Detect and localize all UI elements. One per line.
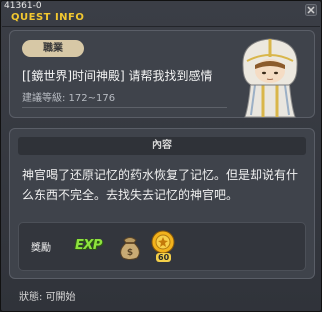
quest-name: [[鏡世界]时间神殿] 请帮我找到感情: [22, 69, 213, 83]
quest-id: 41361-0: [4, 1, 42, 11]
job-badge: 職業: [22, 40, 84, 57]
reward-label: 獎勵: [31, 243, 51, 254]
coin-icon[interactable]: [151, 230, 175, 254]
close-icon[interactable]: [305, 4, 317, 16]
npc-priest-portrait: [242, 38, 298, 118]
content-description: 神官喝了还原记忆的药水恢复了记忆。但是却说有什么东西不完全。去找失去记忆的神官吧…: [22, 168, 299, 202]
content-header: 內容: [18, 137, 306, 155]
quest-status: 狀態: 可開始: [19, 292, 76, 303]
quest-info-window: 41361-0 QUEST INFO 職業 [[鏡世界]时间神殿] 请帮我找到感…: [0, 0, 322, 312]
quest-content-panel: 內容 神官喝了还原记忆的药水恢复了记忆。但是却说有什么东西不完全。去找失去记忆的…: [9, 128, 315, 279]
coin-count: 60: [156, 253, 172, 262]
summary-divider: [22, 107, 227, 108]
money-bag-icon[interactable]: $: [115, 231, 145, 261]
svg-text:$: $: [127, 248, 133, 258]
recommended-level: 建議等級: 172~176: [22, 93, 116, 104]
reward-panel: 獎勵 EXP $ 60: [18, 222, 306, 271]
window-title: QUEST INFO: [11, 12, 85, 23]
titlebar-divider: [2, 26, 320, 27]
exp-icon[interactable]: EXP: [75, 238, 102, 253]
